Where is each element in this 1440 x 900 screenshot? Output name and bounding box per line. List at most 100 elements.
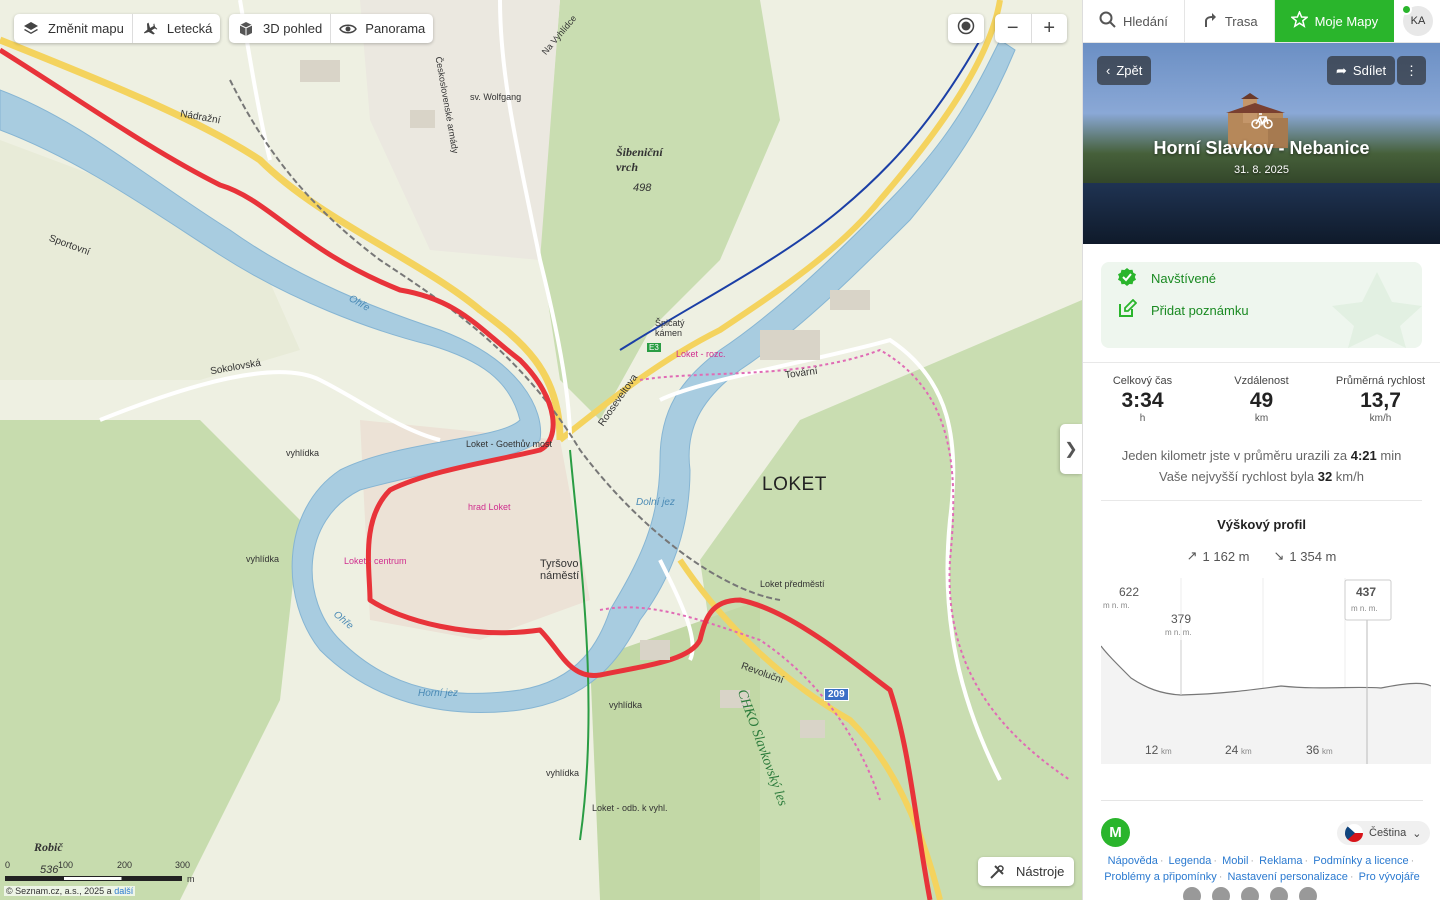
stop-label-goethuv-most: Loket - Goethův most xyxy=(466,439,553,449)
chevron-down-icon: ⌄ xyxy=(1412,827,1422,840)
avatar-initials: KA xyxy=(1410,15,1426,27)
view3d-label: 3D pohled xyxy=(263,21,323,36)
android-icon[interactable] xyxy=(1270,887,1288,900)
footer-link-personalization[interactable]: Nastavení personalizace xyxy=(1227,871,1347,883)
stop-label-loket-predmesti: Loket předměstí xyxy=(760,579,825,589)
minus-icon: − xyxy=(1006,17,1019,39)
chevron-right-icon: ❯ xyxy=(1064,441,1078,458)
share-button[interactable]: ➦ Sdílet xyxy=(1327,56,1396,85)
weir-label-horni: Horní jez xyxy=(418,688,459,699)
aerial-button[interactable]: Letecká xyxy=(133,14,221,43)
pace-text: Jeden kilometr jste v průměru urazili za xyxy=(1121,448,1351,463)
avatar[interactable]: KA xyxy=(1401,4,1433,36)
max-elevation-label: 622 xyxy=(1119,585,1139,599)
zoom-out-button[interactable]: − xyxy=(995,14,1031,43)
change-map-label: Změnit mapu xyxy=(48,21,124,36)
instagram-icon[interactable] xyxy=(1241,887,1259,900)
more-button[interactable]: ⋮ xyxy=(1397,56,1426,85)
back-button[interactable]: ‹ Zpět xyxy=(1097,56,1152,85)
edit-note-icon xyxy=(1117,298,1138,322)
language-select[interactable]: Čeština ⌄ xyxy=(1337,821,1430,845)
route-title: Horní Slavkov - Nebanice xyxy=(1153,138,1370,158)
layers-icon xyxy=(22,20,40,38)
route-date: 31. 8. 2025 xyxy=(1233,164,1290,176)
tab-search-label: Hledání xyxy=(1123,13,1168,29)
scale-tick-300: 300 xyxy=(175,860,191,870)
x-tick-unit: km xyxy=(1241,747,1252,756)
zoom-in-button[interactable]: + xyxy=(1031,14,1067,43)
ascent-value: 1 162 m xyxy=(1202,548,1250,564)
tab-my-maps-label: Moje Mapy xyxy=(1314,13,1379,29)
max-speed-unit: km/h xyxy=(1332,469,1364,484)
share-icon: ➦ xyxy=(1336,62,1347,78)
poi-label-hrad: hrad Loket xyxy=(468,502,511,512)
rock-label-spicaty: Špičatý kámen xyxy=(655,318,685,338)
tools-label: Nástroje xyxy=(1016,864,1065,879)
scale-bar-graphic xyxy=(5,876,182,881)
footer-link-legend[interactable]: Legenda xyxy=(1169,855,1212,867)
map-type-group: Změnit mapu Letecká xyxy=(14,14,221,43)
pace-message: Jeden kilometr jste v průměru urazili za… xyxy=(1083,448,1440,463)
max-speed-value: 32 xyxy=(1317,469,1333,484)
river-photo xyxy=(1083,183,1440,244)
peak-altitude-robic: 536 xyxy=(40,864,59,876)
peak-label-sibenicni: Šibeniční vrch xyxy=(616,145,663,174)
view3d-button[interactable]: 3D pohled xyxy=(229,14,330,43)
online-dot xyxy=(1401,4,1412,15)
tab-search[interactable]: Hledání xyxy=(1083,0,1185,42)
footer-link-feedback[interactable]: Problémy a připomínky xyxy=(1104,871,1217,883)
tools-button[interactable]: Nástroje xyxy=(978,857,1075,886)
map-canvas[interactable]: LOKET Ohře Ohře Nádražní Sokolovská Spor… xyxy=(0,0,1082,900)
descent: ↘ 1 354 m xyxy=(1274,548,1337,564)
weir-label-dolni: Dolní jez xyxy=(636,497,675,508)
collapse-panel-button[interactable]: ❯ xyxy=(1060,424,1082,474)
map-base xyxy=(0,0,1082,900)
stat-average-speed: Průměrná rychlost 13,7 km/h xyxy=(1321,375,1440,424)
czech-flag-icon xyxy=(1345,824,1363,842)
social-links xyxy=(1183,887,1317,900)
eye-icon xyxy=(339,20,358,38)
locate-button[interactable] xyxy=(948,14,984,43)
road-badge-209: 209 xyxy=(824,688,849,701)
stat-label: Průměrná rychlost xyxy=(1335,375,1426,387)
apple-icon[interactable] xyxy=(1299,887,1317,900)
facebook-icon[interactable] xyxy=(1183,887,1201,900)
check-badge-icon xyxy=(1117,267,1137,290)
descent-value: 1 354 m xyxy=(1289,548,1337,564)
stat-unit: km xyxy=(1254,413,1269,424)
change-map-button[interactable]: Změnit mapu xyxy=(14,14,132,43)
peak-altitude-sibenicni: 498 xyxy=(633,182,652,194)
poi-label-vyhlidka-3: vyhlídka xyxy=(609,700,643,710)
footer-link-ads[interactable]: Reklama xyxy=(1259,855,1302,867)
plus-icon: + xyxy=(1043,17,1056,39)
scale-tick-200: 200 xyxy=(117,860,133,870)
share-label: Sdílet xyxy=(1352,63,1387,78)
tab-route[interactable]: Trasa xyxy=(1185,0,1275,42)
route-badge-e3: E3 xyxy=(647,343,661,352)
chevron-left-icon: ‹ xyxy=(1106,63,1111,78)
route-icon xyxy=(1201,11,1218,31)
x-tick-24: 24 xyxy=(1225,743,1239,757)
elevation-profile-chart[interactable]: 622 m n. m. 379 m n. m. 437 m n. m. 12 k… xyxy=(1101,578,1431,764)
footer-link-help[interactable]: Nápověda xyxy=(1108,855,1158,867)
elevation-profile-title: Výškový profil xyxy=(1217,517,1306,532)
copyright-more-link[interactable]: další xyxy=(114,886,133,896)
square-label-tyrsovo: Tyršovo náměstí xyxy=(540,558,580,582)
ascent: ↗ 1 162 m xyxy=(1187,548,1250,564)
add-note-label: Přidat poznámku xyxy=(1151,302,1249,318)
footer-links: Nápověda · Legenda · Mobil · Reklama · Podmí… xyxy=(1104,855,1420,883)
footer-link-terms[interactable]: Podmínky a licence xyxy=(1313,855,1408,867)
x-tick-unit: km xyxy=(1322,747,1333,756)
panorama-button[interactable]: Panorama xyxy=(331,14,433,43)
x-icon[interactable] xyxy=(1212,887,1230,900)
tab-my-maps[interactable]: Moje Mapy xyxy=(1274,0,1395,42)
footer-link-developers[interactable]: Pro vývojáře xyxy=(1359,871,1420,883)
copyright: © Seznam.cz, a.s., 2025 a další xyxy=(4,886,136,896)
language-label: Čeština xyxy=(1369,827,1407,839)
mapy-logo[interactable]: M xyxy=(1101,818,1130,847)
footer-link-mobile[interactable]: Mobil xyxy=(1222,855,1248,867)
max-elevation-unit: m n. m. xyxy=(1103,601,1130,610)
x-tick-36: 36 xyxy=(1306,743,1320,757)
pace-unit: min xyxy=(1376,448,1402,463)
arrow-up-right-icon: ↗ xyxy=(1186,548,1198,563)
